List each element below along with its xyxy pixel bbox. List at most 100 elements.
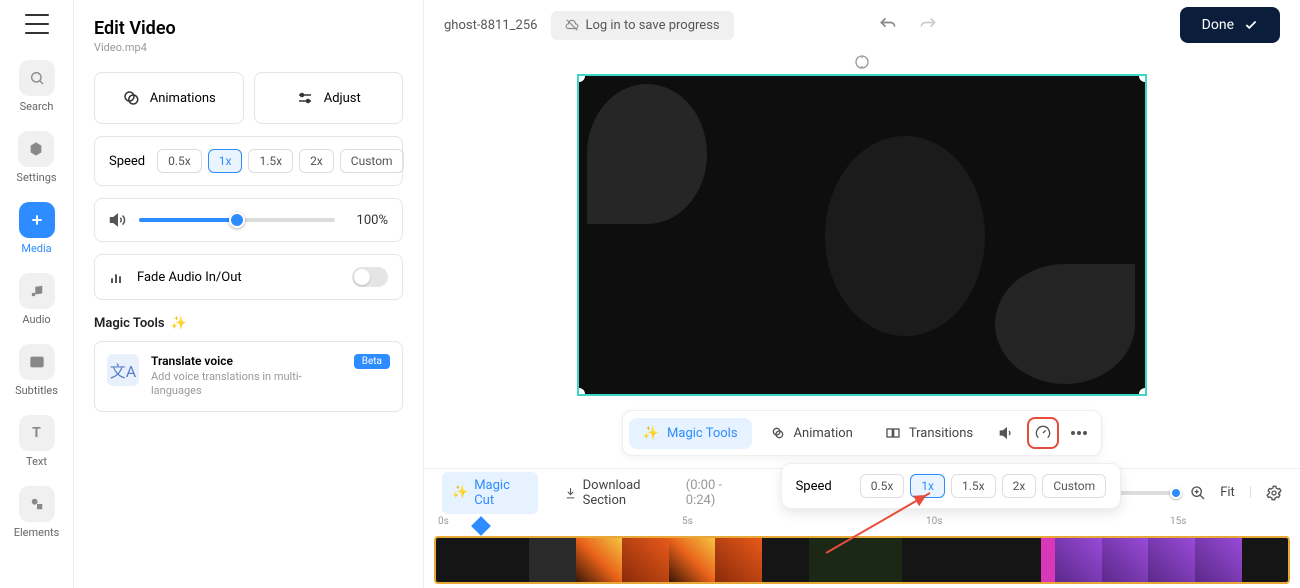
preview-area: ✨ Magic Tools Animation Transitions Spee…	[424, 50, 1300, 468]
translate-voice-card[interactable]: 文A Translate voice Add voice translation…	[94, 341, 403, 412]
volume-row: 100%	[94, 198, 403, 242]
magic-cut-label: Magic Cut	[474, 478, 527, 508]
volume-slider[interactable]	[139, 218, 335, 222]
speed-0.5x[interactable]: 0.5x	[157, 149, 202, 173]
sidebar-label: Text	[26, 455, 47, 468]
sidebar-item-subtitles[interactable]: Subtitles	[15, 338, 58, 403]
note-icon	[19, 273, 55, 309]
left-sidebar: Search Settings Media Audio Subtitles T …	[0, 0, 74, 588]
resize-handle[interactable]	[1139, 388, 1147, 396]
sidebar-item-text[interactable]: T Text	[19, 409, 55, 474]
ctx-transitions[interactable]: Transitions	[871, 417, 987, 449]
playhead[interactable]	[471, 516, 491, 536]
ctx-label: Animation	[794, 426, 853, 441]
sidebar-label: Subtitles	[15, 384, 58, 397]
fade-toggle[interactable]	[352, 267, 388, 287]
transitions-icon	[885, 425, 901, 441]
fit-label[interactable]: Fit	[1220, 485, 1235, 500]
sparkle-icon: ✨	[643, 426, 659, 441]
sidebar-item-settings[interactable]: Settings	[16, 125, 56, 190]
sidebar-label: Search	[20, 100, 54, 113]
download-section-button[interactable]: Download Section(0:00 - 0:24)	[554, 472, 760, 514]
speed-custom[interactable]: Custom	[340, 149, 404, 173]
animations-button[interactable]: Animations	[94, 72, 244, 124]
speed-label: Speed	[109, 154, 145, 169]
done-button[interactable]: Done	[1180, 7, 1280, 43]
menu-icon[interactable]	[25, 14, 49, 34]
ctx-label: Transitions	[909, 426, 973, 441]
text-icon: T	[19, 415, 55, 451]
adjust-button[interactable]: Adjust	[254, 72, 404, 124]
main-area: ghost-8811_256 Log in to save progress D…	[424, 0, 1300, 588]
sidebar-item-media[interactable]: Media	[19, 196, 55, 261]
timeline: 0s 5s 10s 15s 20s	[424, 516, 1300, 588]
cc-icon	[19, 344, 55, 380]
sparkle-icon: ✨	[171, 316, 187, 331]
cloud-off-icon	[565, 18, 579, 32]
download-icon	[564, 486, 577, 500]
panel-title: Edit Video	[94, 18, 403, 39]
magic-cut-button[interactable]: ✨ Magic Cut	[442, 472, 538, 514]
project-name[interactable]: ghost-8811_256	[444, 18, 537, 33]
video-track[interactable]	[434, 536, 1290, 584]
sidebar-item-search[interactable]: Search	[19, 54, 55, 119]
popup-speed-custom[interactable]: Custom	[1042, 474, 1106, 498]
speed-2x[interactable]: 2x	[299, 149, 334, 173]
plus-icon	[19, 202, 55, 238]
sidebar-item-audio[interactable]: Audio	[19, 267, 55, 332]
ruler-mark: 10s	[926, 516, 942, 527]
ctx-volume-icon[interactable]	[991, 417, 1023, 449]
video-preview[interactable]	[577, 74, 1147, 396]
ctx-animation[interactable]: Animation	[756, 417, 867, 449]
ctx-more-icon[interactable]	[1063, 417, 1095, 449]
adjust-label: Adjust	[324, 91, 361, 106]
ctx-magic-tools[interactable]: ✨ Magic Tools	[629, 418, 752, 449]
resize-handle[interactable]	[577, 74, 585, 82]
gear-icon[interactable]	[1266, 485, 1282, 501]
translate-title: Translate voice	[151, 354, 342, 368]
fade-label: Fade Audio In/Out	[137, 270, 242, 285]
volume-value: 100%	[357, 213, 388, 228]
save-label: Log in to save progress	[585, 18, 719, 33]
ctx-label: Magic Tools	[667, 426, 737, 441]
ruler-mark: 15s	[1170, 516, 1186, 527]
animation-icon	[770, 425, 786, 441]
sidebar-item-elements[interactable]: Elements	[14, 480, 60, 545]
translate-icon: 文A	[107, 354, 139, 386]
translate-desc: Add voice translations in multi-language…	[151, 370, 342, 399]
speed-row: Speed 0.5x 1x 1.5x 2x Custom	[94, 136, 403, 186]
sidebar-label: Audio	[22, 313, 50, 326]
redo-icon[interactable]	[918, 15, 938, 35]
beta-badge: Beta	[354, 354, 390, 369]
download-label: Download Section	[583, 478, 680, 508]
ruler-mark: 5s	[682, 516, 693, 527]
download-range: (0:00 - 0:24)	[686, 478, 750, 508]
undo-icon[interactable]	[878, 15, 898, 35]
context-toolbar: ✨ Magic Tools Animation Transitions Spee…	[622, 410, 1102, 456]
sidebar-label: Settings	[16, 171, 56, 184]
speed-popup: Speed 0.5x 1x 1.5x 2x Custom	[781, 463, 1122, 509]
popup-speed-0.5x[interactable]: 0.5x	[860, 474, 905, 498]
search-icon	[19, 60, 55, 96]
magic-tools-heading: Magic Tools ✨	[94, 316, 403, 331]
sparkle-icon: ✨	[452, 485, 468, 500]
popup-speed-2x[interactable]: 2x	[1002, 474, 1037, 498]
volume-icon	[109, 211, 127, 229]
done-label: Done	[1202, 17, 1234, 33]
zoom-in-icon[interactable]	[1190, 485, 1206, 501]
popup-speed-1.5x[interactable]: 1.5x	[951, 474, 996, 498]
rotate-handle-icon[interactable]	[854, 54, 870, 70]
ctx-speed-icon[interactable]	[1027, 417, 1059, 449]
sidebar-label: Media	[21, 242, 51, 255]
ruler-mark: 0s	[438, 516, 449, 527]
filename: Video.mp4	[94, 41, 403, 54]
speed-1.5x[interactable]: 1.5x	[248, 149, 293, 173]
resize-handle[interactable]	[1139, 74, 1147, 82]
resize-handle[interactable]	[577, 388, 585, 396]
settings-icon	[18, 131, 54, 167]
shapes-icon	[19, 486, 55, 522]
sidebar-label: Elements	[14, 526, 60, 539]
speed-1x[interactable]: 1x	[208, 149, 243, 173]
bars-icon	[109, 269, 125, 285]
save-progress-button[interactable]: Log in to save progress	[551, 11, 733, 40]
